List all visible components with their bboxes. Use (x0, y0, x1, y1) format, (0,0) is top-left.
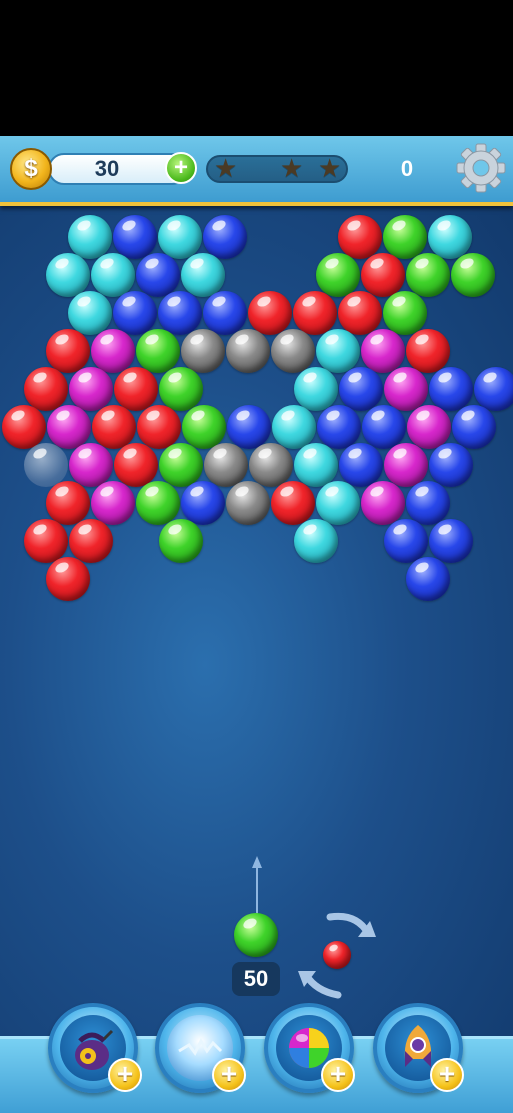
blue-bubble (203, 215, 247, 259)
blue-bubble (429, 443, 473, 487)
cyan-bubble (46, 253, 90, 297)
blue-bubble (339, 367, 383, 411)
magenta-bubble (407, 405, 451, 449)
red-bubble (114, 443, 158, 487)
blue-bubble (113, 291, 157, 335)
blue-bubble (113, 215, 157, 259)
red-bubble (271, 481, 315, 525)
red-bubble (69, 519, 113, 563)
red-bubble (2, 405, 46, 449)
coin-value: 30 (94, 156, 120, 181)
green-bubble (383, 215, 427, 259)
add-booster-button[interactable]: + (430, 1058, 464, 1092)
blue-bubble (317, 405, 361, 449)
game-screen: $ 30 + ★ ★ ★ 0 50 + + + + (0, 0, 513, 1113)
blue-bubble (227, 405, 271, 449)
red-bubble (361, 253, 405, 297)
red-bubble (114, 367, 158, 411)
gray-bubble (271, 329, 315, 373)
magenta-bubble (91, 481, 135, 525)
red-bubble (24, 367, 68, 411)
ghost-bubble (24, 443, 68, 487)
red-bubble (92, 405, 136, 449)
blue-bubble (429, 519, 473, 563)
magenta-bubble (384, 443, 428, 487)
cyan-bubble (68, 215, 112, 259)
blue-bubble (203, 291, 247, 335)
blue-bubble (474, 367, 513, 411)
blue-bubble (362, 405, 406, 449)
shots-remaining: 50 (232, 962, 280, 996)
magenta-bubble (361, 481, 405, 525)
blue-bubble (429, 367, 473, 411)
magenta-bubble (361, 329, 405, 373)
cyan-bubble (181, 253, 225, 297)
settings-gear-icon[interactable] (455, 142, 507, 194)
green-bubble (182, 405, 226, 449)
magenta-bubble (91, 329, 135, 373)
red-bubble (46, 329, 90, 373)
current-shooter-ball[interactable] (234, 913, 278, 957)
green-bubble (383, 291, 427, 335)
add-coins-button[interactable]: + (165, 152, 197, 184)
magenta-bubble (69, 367, 113, 411)
magenta-bubble (69, 443, 113, 487)
green-bubble (136, 481, 180, 525)
add-booster-button[interactable]: + (321, 1058, 355, 1092)
blue-bubble (384, 519, 428, 563)
gray-bubble (226, 329, 270, 373)
blue-bubble (158, 291, 202, 335)
green-bubble (159, 367, 203, 411)
aim-arrow-icon (252, 856, 262, 920)
red-bubble (137, 405, 181, 449)
green-bubble (451, 253, 495, 297)
cyan-bubble (294, 519, 338, 563)
red-bubble (406, 329, 450, 373)
cyan-bubble (158, 215, 202, 259)
red-bubble (338, 215, 382, 259)
green-bubble (159, 519, 203, 563)
red-bubble (293, 291, 337, 335)
green-bubble (159, 443, 203, 487)
red-bubble (248, 291, 292, 335)
red-bubble (338, 291, 382, 335)
star-icon: ★ (280, 153, 304, 183)
add-booster-button[interactable]: + (108, 1058, 142, 1092)
green-bubble (316, 253, 360, 297)
blue-bubble (452, 405, 496, 449)
score-value: 0 (400, 156, 414, 181)
star-icon: ★ (318, 153, 342, 183)
cyan-bubble (294, 443, 338, 487)
gray-bubble (226, 481, 270, 525)
blue-bubble (339, 443, 383, 487)
add-booster-button[interactable]: + (212, 1058, 246, 1092)
red-bubble (46, 557, 90, 601)
cyan-bubble (272, 405, 316, 449)
star-icon: ★ (214, 153, 238, 183)
green-bubble (406, 253, 450, 297)
cyan-bubble (68, 291, 112, 335)
green-bubble (136, 329, 180, 373)
cyan-bubble (294, 367, 338, 411)
red-bubble (24, 519, 68, 563)
blue-bubble (136, 253, 180, 297)
gray-bubble (249, 443, 293, 487)
magenta-bubble (47, 405, 91, 449)
magenta-bubble (384, 367, 428, 411)
cyan-bubble (316, 481, 360, 525)
gray-bubble (181, 329, 225, 373)
blue-bubble (406, 481, 450, 525)
blue-bubble (181, 481, 225, 525)
red-bubble (46, 481, 90, 525)
coin-icon: $ (10, 148, 52, 190)
cyan-bubble (428, 215, 472, 259)
next-ball[interactable] (323, 941, 351, 969)
cyan-bubble (91, 253, 135, 297)
gray-bubble (204, 443, 248, 487)
cyan-bubble (316, 329, 360, 373)
blue-bubble (406, 557, 450, 601)
